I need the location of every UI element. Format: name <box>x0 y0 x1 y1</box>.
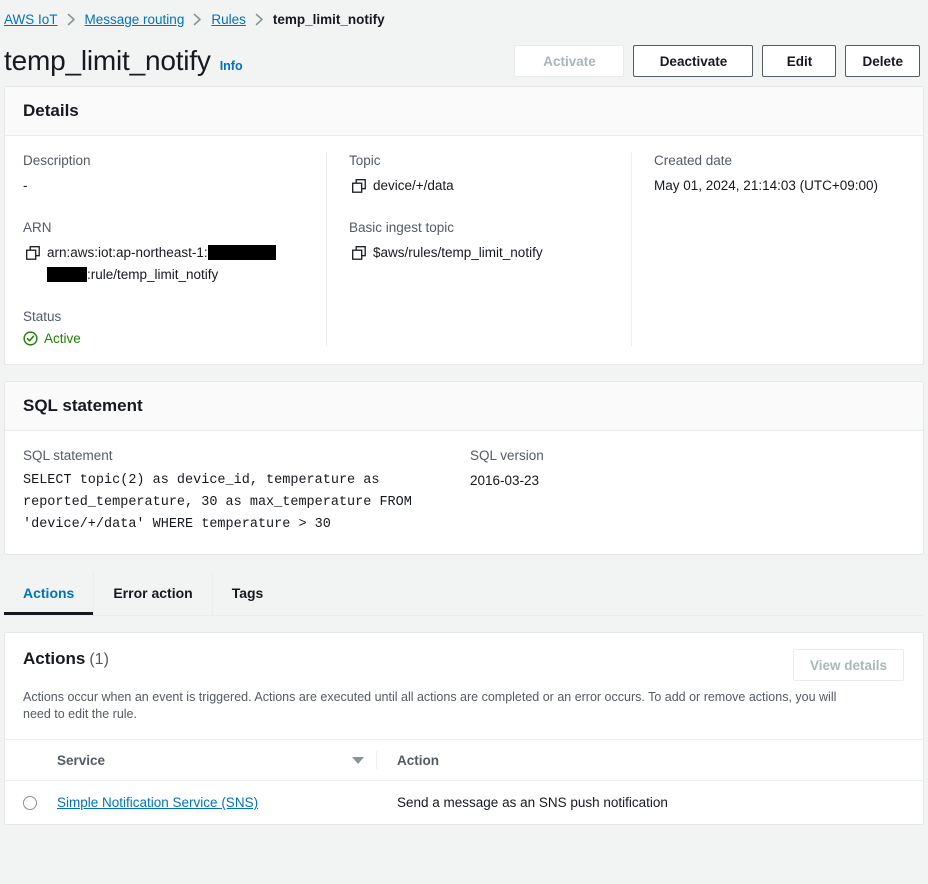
column-action: Action <box>377 739 923 781</box>
view-details-button[interactable]: View details <box>792 649 904 681</box>
info-link[interactable]: Info <box>220 59 243 73</box>
status-value: Active <box>44 331 81 346</box>
actions-title: Actions (1) <box>23 649 109 669</box>
sql-card-header: SQL statement <box>5 382 923 431</box>
row-action-cell: Send a message as an SNS push notificati… <box>397 795 668 810</box>
page-root: AWS IoT Message routing Rules temp_limit… <box>0 0 928 884</box>
basic-ingest-field: Basic ingest topic $aws/rules/temp_limit… <box>349 219 613 264</box>
actions-title-text: Actions <box>23 649 86 668</box>
status-label: Status <box>23 309 62 324</box>
column-service-inner: Service <box>57 751 377 769</box>
copy-icon[interactable] <box>352 246 366 260</box>
sql-card-body: SQL statement SELECT topic(2) as device_… <box>5 431 923 554</box>
arn-redaction-1 <box>207 244 276 260</box>
topic-label: Topic <box>349 153 381 168</box>
row-service-cell: Simple Notification Service (SNS) <box>57 781 377 825</box>
breadcrumb-item-current: temp_limit_notify <box>272 11 385 27</box>
tab-tags[interactable]: Tags <box>213 571 283 615</box>
created-date-label: Created date <box>654 153 733 168</box>
details-title: Details <box>23 101 79 120</box>
sql-statement-value: SELECT topic(2) as device_id, temperatur… <box>23 473 420 532</box>
sql-version-value: 2016-03-23 <box>470 473 540 488</box>
column-action-label: Action <box>397 752 439 768</box>
table-row[interactable]: Simple Notification Service (SNS) Send a… <box>5 781 923 825</box>
chevron-right-icon <box>193 13 202 26</box>
details-card: Details Description - ARN arn:aws:iot:ap… <box>4 86 924 365</box>
status-badge: Active <box>23 331 308 346</box>
chevron-right-icon <box>255 13 264 26</box>
service-link[interactable]: Simple Notification Service (SNS) <box>57 795 258 810</box>
topic-value: device/+/data <box>373 178 454 193</box>
details-column-middle: Topic device/+/data Basic ingest topic $… <box>326 152 631 346</box>
details-column-left: Description - ARN arn:aws:iot:ap-northea… <box>23 152 326 346</box>
tab-bar: Actions Error action Tags <box>4 571 924 616</box>
created-date-value: May 01, 2024, 21:14:03 (UTC+09:00) <box>654 178 879 193</box>
sort-descending-icon[interactable] <box>352 756 364 764</box>
row-radio-button[interactable] <box>23 795 37 810</box>
actions-description: Actions occur when an event is triggered… <box>23 690 837 721</box>
details-column-right: Created date May 01, 2024, 21:14:03 (UTC… <box>631 152 905 346</box>
sql-statement-label: SQL statement <box>23 448 113 463</box>
chevron-right-icon <box>67 13 76 26</box>
sql-version-field: SQL version 2016-03-23 <box>470 447 905 536</box>
column-select <box>5 739 57 781</box>
sql-version-label: SQL version <box>470 448 544 463</box>
details-card-body: Description - ARN arn:aws:iot:ap-northea… <box>5 136 923 364</box>
copy-icon[interactable] <box>352 179 366 193</box>
copy-icon[interactable] <box>26 246 40 260</box>
page-header: temp_limit_notify Info Activate Deactiva… <box>0 30 928 86</box>
topic-value-row: device/+/data <box>349 175 613 197</box>
arn-prefix: arn:aws:iot:ap-northeast-1: <box>47 245 208 260</box>
basic-ingest-value-row: $aws/rules/temp_limit_notify <box>349 242 613 264</box>
header-actions: Activate Deactivate Edit Delete <box>514 45 924 77</box>
arn-value-row: arn:aws:iot:ap-northeast-1::rule/temp_li… <box>23 242 308 286</box>
edit-button[interactable]: Edit <box>762 45 837 77</box>
topic-field: Topic device/+/data <box>349 152 613 197</box>
arn-redaction-2 <box>47 266 87 282</box>
sql-statement-field: SQL statement SELECT topic(2) as device_… <box>23 447 470 536</box>
row-select-cell <box>5 781 57 825</box>
actions-card-header: Actions (1) View details <box>5 633 923 681</box>
table-header-row: Service Action <box>5 739 923 781</box>
tab-actions[interactable]: Actions <box>4 571 95 615</box>
deactivate-button[interactable]: Deactivate <box>633 45 754 77</box>
status-field: Status Active <box>23 308 308 346</box>
actions-table: Service Action Simple Notification Servi… <box>5 739 923 824</box>
tab-error-action[interactable]: Error action <box>94 571 213 615</box>
arn-label: ARN <box>23 220 52 235</box>
basic-ingest-value: $aws/rules/temp_limit_notify <box>373 245 543 260</box>
basic-ingest-label: Basic ingest topic <box>349 220 455 235</box>
description-value: - <box>23 178 28 193</box>
check-circle-icon <box>23 331 38 346</box>
sql-card: SQL statement SQL statement SELECT topic… <box>4 381 924 555</box>
actions-count: (1) <box>89 651 109 668</box>
arn-field: ARN arn:aws:iot:ap-northeast-1::rule/tem… <box>23 219 308 286</box>
arn-value: arn:aws:iot:ap-northeast-1::rule/temp_li… <box>47 242 308 286</box>
sql-title: SQL statement <box>23 396 143 415</box>
column-service[interactable]: Service <box>57 739 377 781</box>
description-label: Description <box>23 153 91 168</box>
page-title-group: temp_limit_notify Info <box>4 45 243 77</box>
delete-button[interactable]: Delete <box>845 45 920 77</box>
actions-table-body: Simple Notification Service (SNS) Send a… <box>5 781 923 825</box>
actions-table-head: Service Action <box>5 739 923 781</box>
column-service-label: Service <box>57 752 106 768</box>
created-date-field: Created date May 01, 2024, 21:14:03 (UTC… <box>654 152 887 197</box>
activate-button[interactable]: Activate <box>514 45 625 77</box>
breadcrumb: AWS IoT Message routing Rules temp_limit… <box>0 0 928 30</box>
description-field: Description - <box>23 152 308 197</box>
sql-grid: SQL statement SELECT topic(2) as device_… <box>23 447 905 536</box>
arn-suffix: :rule/temp_limit_notify <box>87 267 219 282</box>
actions-card: Actions (1) View details Actions occur wh… <box>4 632 924 825</box>
details-grid: Description - ARN arn:aws:iot:ap-northea… <box>23 152 905 346</box>
breadcrumb-item-aws-iot[interactable]: AWS IoT <box>4 12 58 27</box>
page-title: temp_limit_notify <box>4 45 211 76</box>
breadcrumb-item-message-routing[interactable]: Message routing <box>85 12 185 27</box>
breadcrumb-item-rules[interactable]: Rules <box>211 12 246 27</box>
details-card-header: Details <box>5 87 923 136</box>
